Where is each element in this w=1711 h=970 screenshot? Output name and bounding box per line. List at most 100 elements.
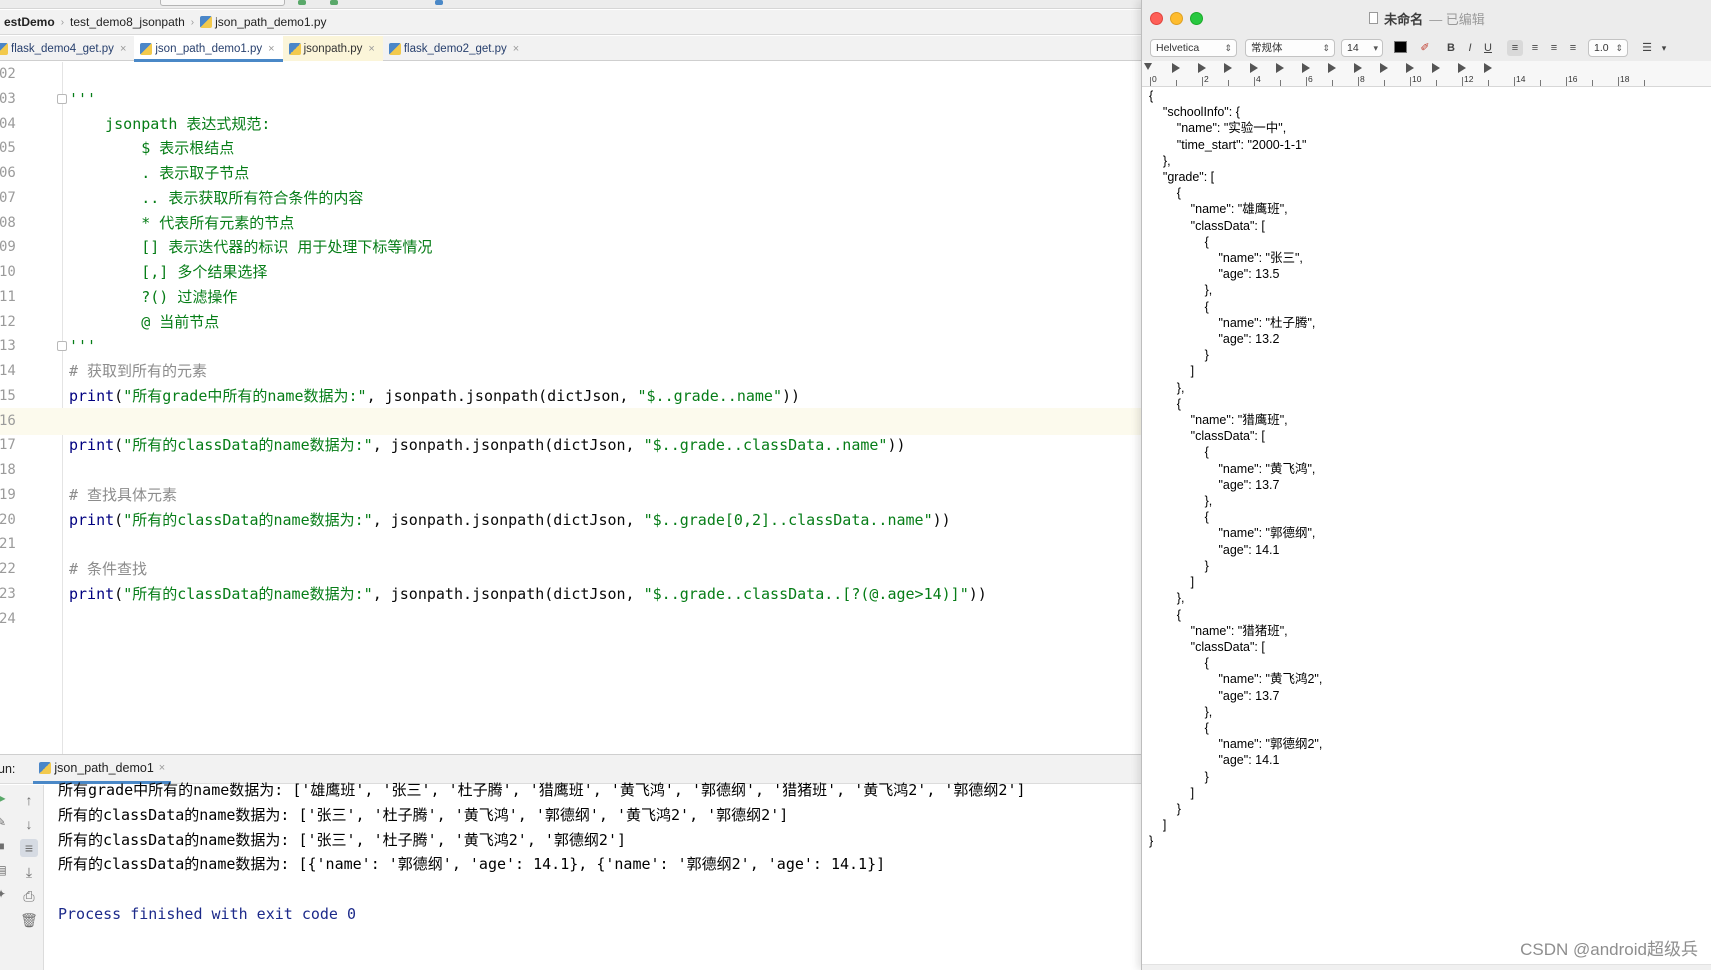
zoom-window-button[interactable] xyxy=(1190,12,1203,25)
horizontal-scrollbar[interactable] xyxy=(1142,964,1711,970)
tab-stop-marker[interactable] xyxy=(1354,63,1362,73)
scroll-to-end-icon[interactable]: ⤓ xyxy=(20,863,38,881)
align-justify-icon[interactable]: ≡ xyxy=(1565,40,1581,56)
minimize-window-button[interactable] xyxy=(1170,12,1183,25)
print-icon[interactable]: ⎙ xyxy=(20,887,38,905)
tab-stop-marker[interactable] xyxy=(1380,63,1388,73)
align-center-icon[interactable]: ≡ xyxy=(1527,40,1543,56)
tab-json-path-demo1[interactable]: json_path_demo1.py × xyxy=(134,36,283,62)
soft-wrap-icon[interactable]: ≡ xyxy=(20,839,38,857)
ruler-tick xyxy=(1436,80,1437,86)
debug-icon[interactable] xyxy=(330,0,338,5)
code-line[interactable]: 23 print("所有的classData的name数据为:", jsonpat… xyxy=(0,581,1141,608)
chevron-down-icon[interactable]: ▾ xyxy=(1656,40,1672,56)
text-color-swatch[interactable] xyxy=(1394,41,1407,53)
ruler[interactable]: 0 2 4 6 8 10 12 14 16 18 xyxy=(1142,61,1711,87)
vcs-update-icon[interactable] xyxy=(435,0,443,5)
code-line[interactable]: 13 ''' xyxy=(0,333,1141,360)
align-right-icon[interactable]: ≡ xyxy=(1546,40,1562,56)
code-line[interactable]: 04 jsonpath 表达式规范: xyxy=(0,111,1141,138)
breadcrumb-file[interactable]: json_path_demo1.py xyxy=(194,15,332,29)
ruler-number: 16 xyxy=(1568,74,1578,84)
underline-button[interactable]: U xyxy=(1480,40,1496,56)
first-line-indent-marker[interactable] xyxy=(1144,63,1152,70)
tab-stop-marker[interactable] xyxy=(1484,63,1492,73)
tab-stop-marker[interactable] xyxy=(1276,63,1284,73)
code-token: print( xyxy=(69,386,124,405)
font-family-select[interactable]: Helvetica ⇕ xyxy=(1150,39,1237,57)
document-title: 未命名 xyxy=(1384,11,1424,27)
italic-button[interactable]: I xyxy=(1462,40,1478,56)
document-text[interactable]: { "schoolInfo": { "name": "实验一中", "time_… xyxy=(1149,88,1322,850)
code-line[interactable]: 14 # 获取到所有的元素 xyxy=(0,358,1141,385)
code-line[interactable]: 05 $ 表示根结点 xyxy=(0,135,1141,162)
code-line[interactable]: 12 @ 当前节点 xyxy=(0,309,1141,336)
line-number: 09 xyxy=(0,239,16,256)
fold-marker-icon[interactable] xyxy=(57,93,67,104)
textedit-titlebar[interactable]: 未命名 — 已编辑 xyxy=(1142,0,1711,36)
tab-stop-marker[interactable] xyxy=(1458,63,1466,73)
code-line[interactable]: 10 [,] 多个结果选择 xyxy=(0,259,1141,286)
code-line[interactable]: 11 ?() 过滤操作 xyxy=(0,284,1141,311)
layout-icon[interactable]: ▤ xyxy=(0,863,8,877)
ruler-number: 18 xyxy=(1620,74,1630,84)
tab-jsonpath[interactable]: jsonpath.py × xyxy=(282,36,383,61)
code-line[interactable]: 02 xyxy=(0,61,1141,88)
tab-stop-marker[interactable] xyxy=(1406,63,1414,73)
code-line[interactable]: 07 .. 表示获取所有符合条件的内容 xyxy=(0,185,1141,212)
tab-stop-marker[interactable] xyxy=(1302,63,1310,73)
code-line[interactable]: 15 print("所有grade中所有的name数据为:", jsonpath.… xyxy=(0,383,1141,410)
pin-icon[interactable]: ✦ xyxy=(0,887,8,901)
ruler-tick xyxy=(1254,77,1255,86)
code-line[interactable]: 17 print("所有的classData的name数据为:", jsonpat… xyxy=(0,432,1141,459)
code-line[interactable]: 24 xyxy=(0,606,1141,633)
tab-stop-marker[interactable] xyxy=(1172,63,1180,73)
align-left-icon[interactable]: ≡ xyxy=(1507,40,1523,56)
code-line[interactable]: 21 xyxy=(0,531,1141,558)
close-icon[interactable]: × xyxy=(159,762,165,774)
code-line[interactable]: 06 . 表示取子节点 xyxy=(0,160,1141,187)
line-spacing-select[interactable]: 1.0 ⇕ xyxy=(1588,39,1628,57)
textedit-window: 未命名 — 已编辑 Helvetica ⇕ 常规体 ⇕ 14 ▾ ✐ B I U… xyxy=(1141,0,1711,970)
ide-toolbar xyxy=(0,0,1141,9)
fold-marker-icon[interactable] xyxy=(57,341,67,352)
code-line[interactable]: 22 # 条件查找 xyxy=(0,556,1141,583)
tab-stop-marker[interactable] xyxy=(1250,63,1258,73)
run-icon[interactable] xyxy=(298,0,306,5)
rerun-icon[interactable]: ▶ xyxy=(0,791,8,805)
tab-flask-demo4-get[interactable]: flask_demo4_get.py × xyxy=(0,36,134,61)
code-text: # 获取到所有的元素 xyxy=(69,362,208,380)
tab-stop-marker[interactable] xyxy=(1224,63,1232,73)
font-style-select[interactable]: 常规体 ⇕ xyxy=(1245,39,1335,57)
tab-stop-marker[interactable] xyxy=(1328,63,1336,73)
close-window-button[interactable] xyxy=(1150,12,1163,25)
code-line[interactable]: 03 ''' xyxy=(0,86,1141,113)
code-line[interactable]: 20 print("所有的classData的name数据为:", jsonpat… xyxy=(0,507,1141,534)
wrench-icon[interactable]: ✎ xyxy=(0,815,8,829)
run-config-selector[interactable] xyxy=(160,0,285,6)
list-bullets-icon[interactable]: ☰ xyxy=(1639,40,1655,56)
close-icon[interactable]: × xyxy=(120,43,126,55)
trash-icon[interactable]: 🗑 xyxy=(20,911,38,929)
tab-stop-marker[interactable] xyxy=(1198,63,1206,73)
code-line[interactable]: 19 # 查找具体元素 xyxy=(0,482,1141,509)
font-size-select[interactable]: 14 ▾ xyxy=(1341,39,1383,57)
scroll-down-icon[interactable]: ↓ xyxy=(20,815,38,833)
scroll-up-icon[interactable]: ↑ xyxy=(20,791,38,809)
code-line[interactable]: 18 xyxy=(0,457,1141,484)
highlight-color-icon[interactable]: ✐ xyxy=(1417,40,1433,56)
breadcrumb-folder[interactable]: test_demo8_jsonpath xyxy=(64,15,191,29)
code-line[interactable]: 08 * 代表所有元素的节点 xyxy=(0,210,1141,237)
code-line[interactable]: 09 [] 表示迭代器的标识 用于处理下标等情况 xyxy=(0,234,1141,261)
stop-icon[interactable]: ■ xyxy=(0,839,8,853)
breadcrumb-project[interactable]: estDemo xyxy=(0,15,61,29)
tab-label: jsonpath.py xyxy=(303,42,363,55)
bold-button[interactable]: B xyxy=(1443,40,1459,56)
code-editor[interactable]: 02 03 ''' 04 jsonpath 表达式规范: 05 $ 表示根结点 06 . … xyxy=(0,62,1141,754)
close-icon[interactable]: × xyxy=(368,43,374,55)
tab-flask-demo2-get[interactable]: flask_demo2_get.py × xyxy=(383,36,527,61)
close-icon[interactable]: × xyxy=(268,43,274,55)
tab-stop-marker[interactable] xyxy=(1432,63,1440,73)
code-line[interactable]: 16 xyxy=(0,407,1141,435)
close-icon[interactable]: × xyxy=(513,43,519,55)
